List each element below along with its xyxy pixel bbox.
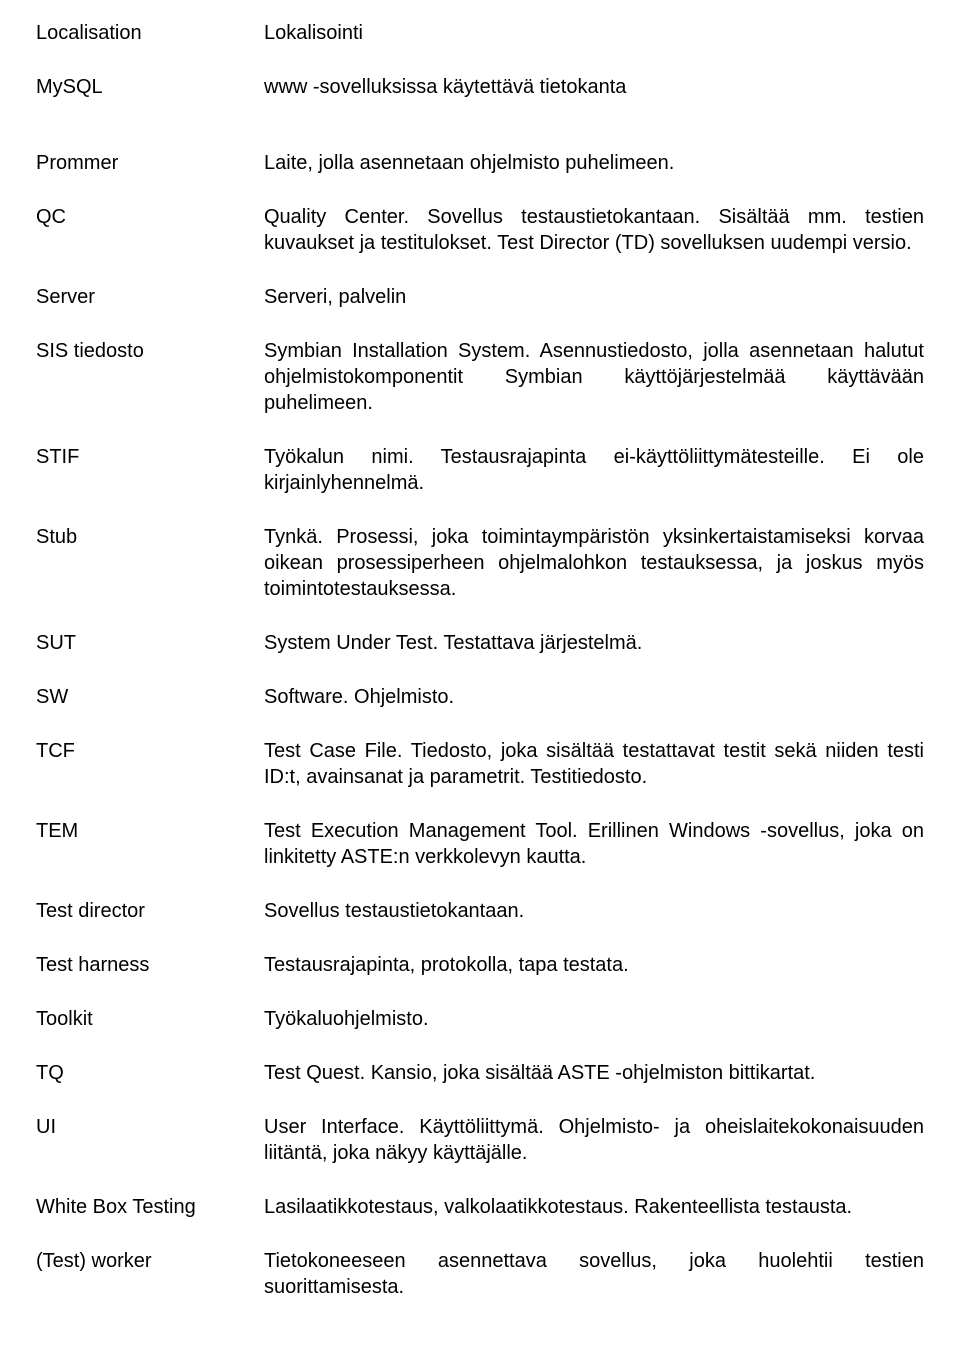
glossary-term: Server (36, 284, 264, 310)
glossary-definition: Sovellus testaustietokantaan. (264, 898, 924, 924)
glossary-entry: SIS tiedostoSymbian Installation System.… (36, 338, 924, 416)
glossary-term: Test harness (36, 952, 264, 978)
glossary-entry: ServerServeri, palvelin (36, 284, 924, 310)
glossary-definition: Lokalisointi (264, 20, 924, 46)
glossary-definition: Symbian Installation System. Asennustied… (264, 338, 924, 416)
glossary-entry: Test harnessTestausrajapinta, protokolla… (36, 952, 924, 978)
glossary-definition: Test Quest. Kansio, joka sisältää ASTE -… (264, 1060, 924, 1086)
glossary-term: TEM (36, 818, 264, 844)
glossary-list: LocalisationLokalisointi MySQLwww -sovell… (36, 20, 924, 1300)
glossary-term: MySQL (36, 74, 264, 100)
glossary-entry: White Box TestingLasilaatikkotestaus, va… (36, 1194, 924, 1220)
glossary-term: STIF (36, 444, 264, 470)
glossary-definition: Työkalun nimi. Testausrajapinta ei-käytt… (264, 444, 924, 496)
glossary-entry: (Test) workerTietokoneeseen asennettava … (36, 1248, 924, 1300)
glossary-definition: Software. Ohjelmisto. (264, 684, 924, 710)
glossary-term: UI (36, 1114, 264, 1140)
glossary-definition: Test Execution Management Tool. Erilline… (264, 818, 924, 870)
glossary-entry: QCQuality Center. Sovellus testaustietok… (36, 204, 924, 256)
glossary-term: QC (36, 204, 264, 230)
glossary-term: Stub (36, 524, 264, 550)
glossary-entry: TQTest Quest. Kansio, joka sisältää ASTE… (36, 1060, 924, 1086)
glossary-entry: STIFTyökalun nimi. Testausrajapinta ei-k… (36, 444, 924, 496)
glossary-term: Localisation (36, 20, 264, 46)
glossary-entry: StubTynkä. Prosessi, joka toimintaympäri… (36, 524, 924, 602)
glossary-definition: User Interface. Käyttöliittymä. Ohjelmis… (264, 1114, 924, 1166)
glossary-entry: ToolkitTyökaluohjelmisto. (36, 1006, 924, 1032)
glossary-definition: Tynkä. Prosessi, joka toimintaympäristön… (264, 524, 924, 602)
glossary-term: White Box Testing (36, 1194, 264, 1220)
glossary-term: SIS tiedosto (36, 338, 264, 364)
glossary-definition: Laite, jolla asennetaan ohjelmisto puhel… (264, 150, 924, 176)
glossary-term: Prommer (36, 150, 264, 176)
glossary-definition: www -sovelluksissa käytettävä tietokanta (264, 74, 924, 100)
glossary-definition: Serveri, palvelin (264, 284, 924, 310)
glossary-entry: Test directorSovellus testaustietokantaa… (36, 898, 924, 924)
glossary-entry: LocalisationLokalisointi (36, 20, 924, 46)
glossary-definition: Testausrajapinta, protokolla, tapa testa… (264, 952, 924, 978)
glossary-definition: Lasilaatikkotestaus, valkolaatikkotestau… (264, 1194, 924, 1220)
glossary-definition: System Under Test. Testattava järjestelm… (264, 630, 924, 656)
glossary-entry: TCFTest Case File. Tiedosto, joka sisält… (36, 738, 924, 790)
glossary-term: Toolkit (36, 1006, 264, 1032)
glossary-entry: SUTSystem Under Test. Testattava järjest… (36, 630, 924, 656)
glossary-term: SW (36, 684, 264, 710)
glossary-term: Test director (36, 898, 264, 924)
glossary-entry: PrommerLaite, jolla asennetaan ohjelmist… (36, 150, 924, 176)
glossary-definition: Test Case File. Tiedosto, joka sisältää … (264, 738, 924, 790)
glossary-term: SUT (36, 630, 264, 656)
glossary-term: (Test) worker (36, 1248, 264, 1274)
glossary-entry: SWSoftware. Ohjelmisto. (36, 684, 924, 710)
glossary-definition: Työkaluohjelmisto. (264, 1006, 924, 1032)
glossary-term: TCF (36, 738, 264, 764)
glossary-definition: Tietokoneeseen asennettava sovellus, jok… (264, 1248, 924, 1300)
glossary-entry: MySQLwww -sovelluksissa käytettävä tieto… (36, 74, 924, 100)
glossary-term: TQ (36, 1060, 264, 1086)
glossary-entry: UIUser Interface. Käyttöliittymä. Ohjelm… (36, 1114, 924, 1166)
glossary-entry: TEMTest Execution Management Tool. Erill… (36, 818, 924, 870)
glossary-definition: Quality Center. Sovellus testaustietokan… (264, 204, 924, 256)
